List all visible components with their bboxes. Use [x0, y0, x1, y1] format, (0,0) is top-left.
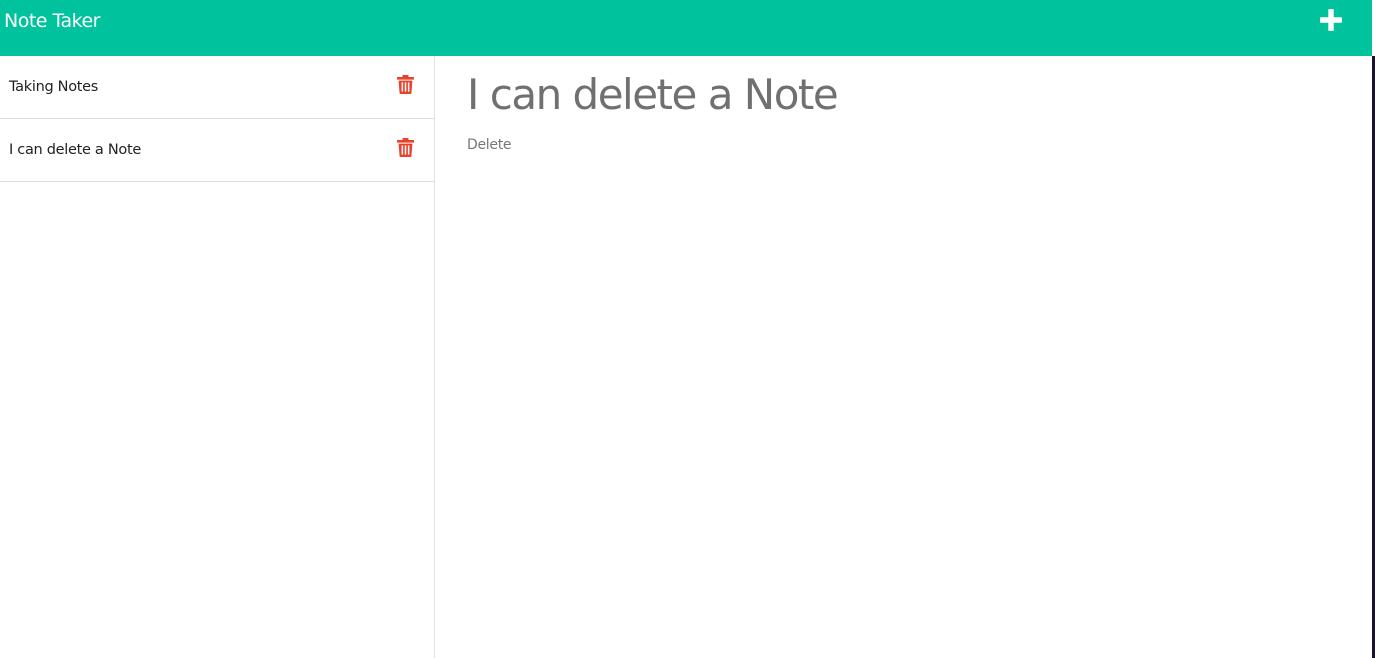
- note-list-item-title[interactable]: I can delete a Note: [9, 140, 141, 160]
- new-note-button[interactable]: [1320, 9, 1342, 31]
- note-editor: Delete: [436, 56, 1372, 658]
- note-text-area[interactable]: Delete: [467, 134, 1347, 634]
- delete-note-button[interactable]: [397, 138, 414, 157]
- note-list-item[interactable]: I can delete a Note: [0, 119, 434, 182]
- delete-note-button[interactable]: [397, 75, 414, 94]
- trash-icon: [397, 138, 414, 157]
- note-list-item-title[interactable]: Taking Notes: [9, 77, 98, 97]
- brand-title[interactable]: Note Taker: [4, 9, 100, 33]
- plus-icon: [1320, 9, 1342, 31]
- note-title-input[interactable]: [467, 66, 1347, 124]
- navbar: Note Taker: [0, 0, 1372, 56]
- note-list: Taking Notes I can delete a Note: [0, 56, 435, 658]
- note-list-item[interactable]: Taking Notes: [0, 56, 434, 119]
- trash-icon: [397, 75, 414, 94]
